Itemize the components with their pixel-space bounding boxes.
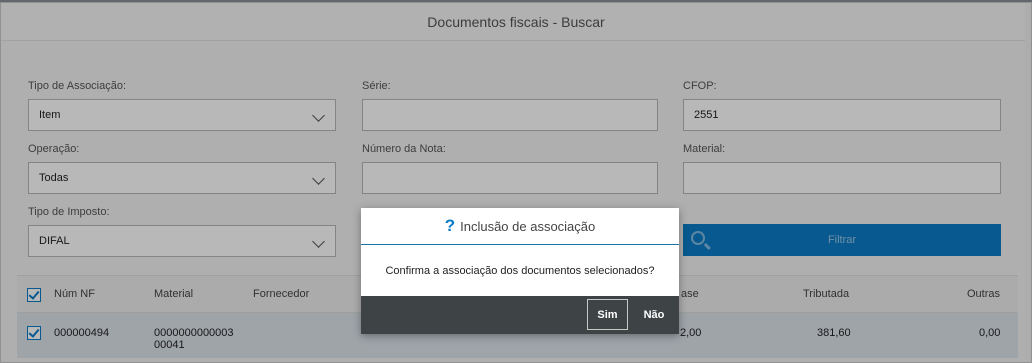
dialog-footer: Sim Não [361, 296, 679, 334]
no-button[interactable]: Não [635, 299, 673, 330]
question-icon: ? [444, 216, 456, 235]
yes-button[interactable]: Sim [587, 299, 628, 330]
confirm-dialog: ? Inclusão de associação Confirma a asso… [361, 208, 679, 334]
dialog-title: Inclusão de associação [460, 218, 596, 234]
dialog-message: Confirma a associação dos documentos sel… [385, 264, 655, 277]
dialog-header: ? Inclusão de associação [361, 208, 679, 245]
